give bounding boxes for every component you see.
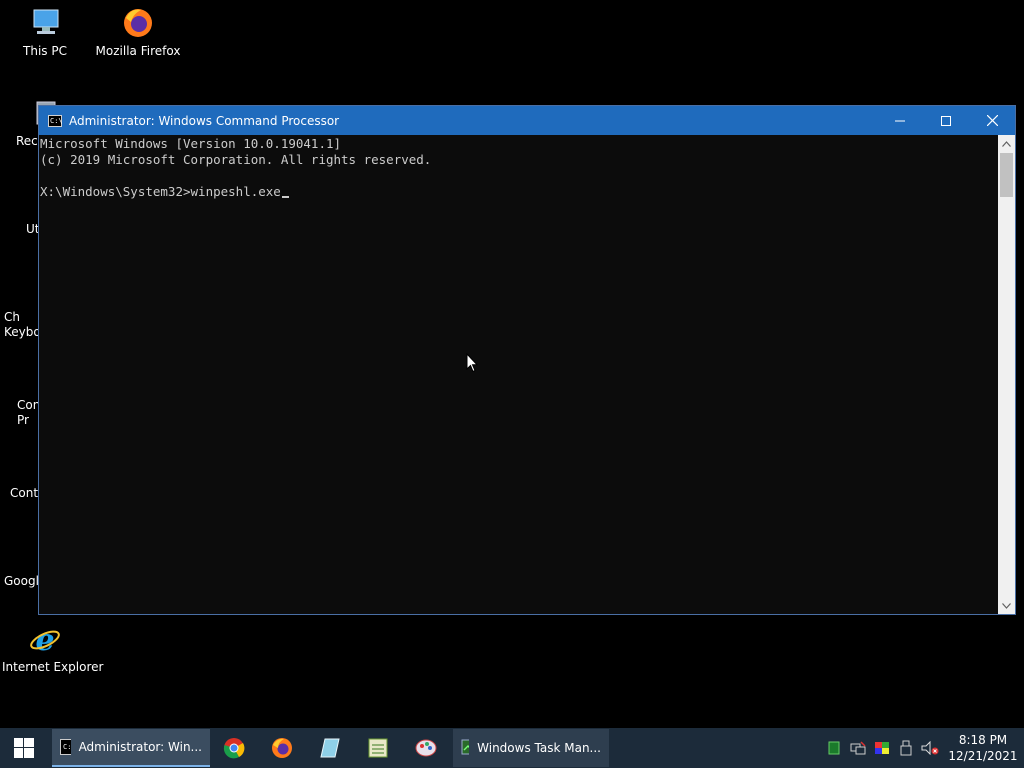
command-prompt-window[interactable]: C:\ Administrator: Windows Command Proce… [38,105,1016,615]
close-button[interactable] [969,106,1015,135]
taskbar-item-label: Administrator: Win... [78,740,202,754]
desktop-icon-label: Internet Explorer [2,660,104,674]
minimize-button[interactable] [877,106,923,135]
scroll-up-button[interactable] [998,135,1015,152]
console-output[interactable]: Microsoft Windows [Version 10.0.19041.1]… [39,135,998,614]
task-manager-icon [461,739,470,755]
maximize-icon [941,115,951,126]
taskbar-pin-firefox[interactable] [258,728,306,768]
console-line: Microsoft Windows [Version 10.0.19041.1] [40,136,342,151]
mouse-pointer-icon [466,352,479,377]
desktop-icon-this-pc[interactable]: This PC [2,6,88,59]
svg-text:C:\: C:\ [63,743,71,751]
window-titlebar[interactable]: C:\ Administrator: Windows Command Proce… [39,106,1015,135]
console-line: (c) 2019 Microsoft Corporation. All righ… [40,152,432,167]
taskbar-pin-notepad[interactable] [306,728,354,768]
console-icon: C:\ [60,739,71,755]
volume-muted-icon[interactable] [920,738,940,758]
chrome-icon [223,738,245,759]
computer-icon [28,6,62,40]
maximize-button[interactable] [923,106,969,135]
desktop-icon-label: Mozilla Firefox [95,44,181,58]
start-button[interactable] [0,728,48,768]
spreadsheet-icon [368,738,388,758]
console-prompt-line: X:\Windows\System32>winpeshl.exe [40,184,998,200]
display-settings-icon[interactable] [872,738,892,758]
svg-text:e: e [35,623,54,656]
taskbar-item-command-prompt[interactable]: C:\ Administrator: Win... [52,729,210,767]
window-title: Administrator: Windows Command Processor [69,113,340,128]
taskbar-item-label: Windows Task Man... [477,741,601,755]
notepad-icon [320,738,340,758]
scrollbar-thumb[interactable] [1000,153,1013,197]
desktop-icon-label: This PC [23,44,67,58]
tray-green-icon[interactable] [824,738,844,758]
console-icon: C:\ [48,114,63,127]
paint-icon [415,739,437,757]
firefox-icon [121,6,155,40]
usb-drive-icon[interactable] [896,738,916,758]
taskbar-pin-editor[interactable] [354,728,402,768]
taskbar-clock[interactable]: 8:18 PM 12/21/2021 [948,732,1018,764]
desktop-icon-firefox[interactable]: Mozilla Firefox [95,6,181,59]
clock-date: 12/21/2021 [948,749,1018,763]
desktop-icon-internet-explorer[interactable]: e Internet Explorer [2,622,104,675]
taskbar-pin-chrome[interactable] [210,728,258,768]
text-cursor [281,196,289,198]
chevron-down-icon [1002,602,1011,609]
vertical-scrollbar[interactable] [998,135,1015,614]
close-icon [986,115,998,126]
taskbar-item-task-manager[interactable]: Windows Task Man... [453,729,609,767]
network-icon[interactable] [848,738,868,758]
clock-time: 8:18 PM [958,733,1008,747]
windows-logo-icon [14,738,34,758]
chevron-up-icon [1002,140,1011,147]
system-tray: 8:18 PM 12/21/2021 [822,728,1024,768]
taskbar-pin-paint[interactable] [402,728,450,768]
firefox-icon [272,738,292,758]
internet-explorer-icon: e [28,622,62,658]
console-command: X:\Windows\System32>winpeshl.exe [40,184,281,199]
scroll-down-button[interactable] [998,597,1015,614]
taskbar: C:\ Administrator: Win... Windows Task M… [0,728,1024,768]
minimize-icon [895,120,905,121]
